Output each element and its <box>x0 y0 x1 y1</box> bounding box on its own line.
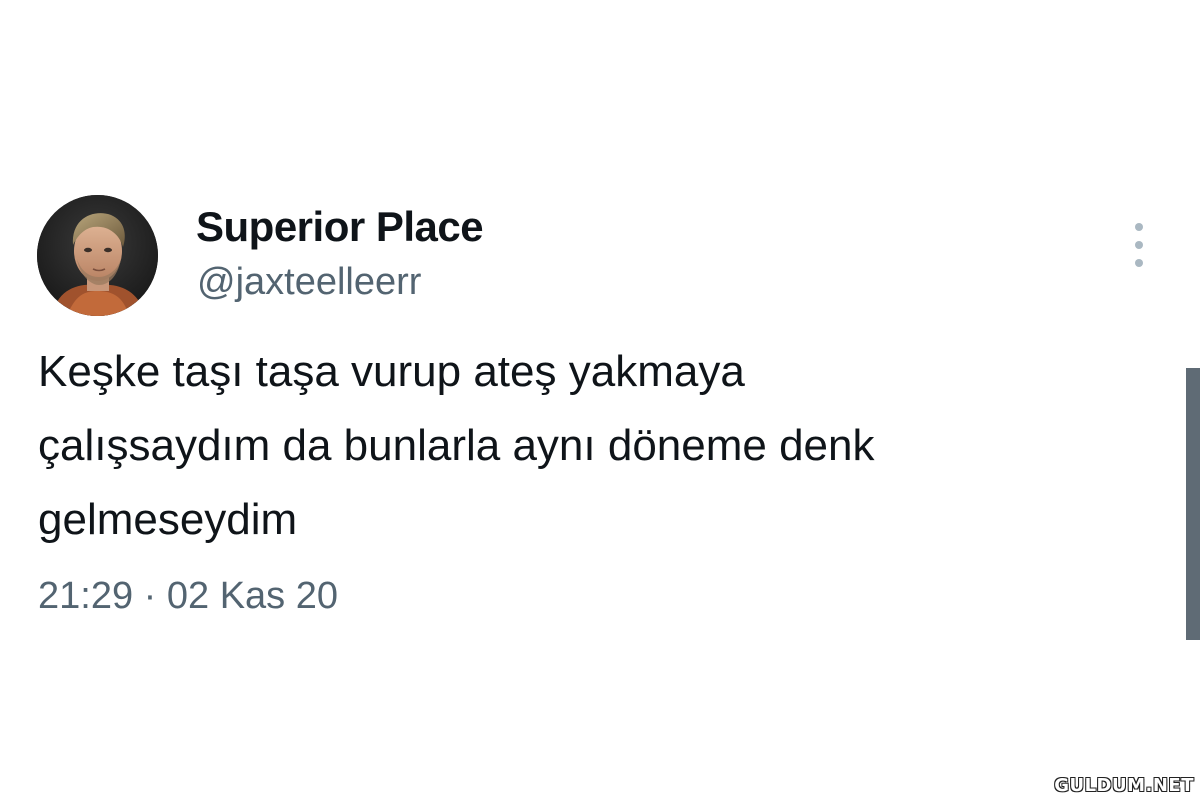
vertical-ellipsis-icon <box>1135 241 1143 249</box>
avatar-photo-icon <box>37 195 158 316</box>
avatar[interactable] <box>37 195 158 316</box>
user-handle[interactable]: @jaxteelleerr <box>197 261 421 304</box>
scrollbar[interactable] <box>1186 368 1200 640</box>
display-name[interactable]: Superior Place <box>196 203 484 251</box>
more-options-button[interactable] <box>1124 223 1154 267</box>
top-blank-area <box>0 0 1200 175</box>
tweet-text: Keşke taşı taşa vurup ateş yakmaya çalış… <box>38 347 875 544</box>
vertical-ellipsis-icon <box>1135 223 1143 231</box>
watermark-logo: GULDUM.NET <box>1054 775 1194 796</box>
vertical-ellipsis-icon <box>1135 259 1143 267</box>
tweet-card: Superior Place @jaxteelleerr Keşke taşı … <box>0 175 1200 735</box>
tweet-timestamp[interactable]: 21:29 · 02 Kas 20 <box>38 575 338 618</box>
screenshot-page: Superior Place @jaxteelleerr Keşke taşı … <box>0 0 1200 800</box>
